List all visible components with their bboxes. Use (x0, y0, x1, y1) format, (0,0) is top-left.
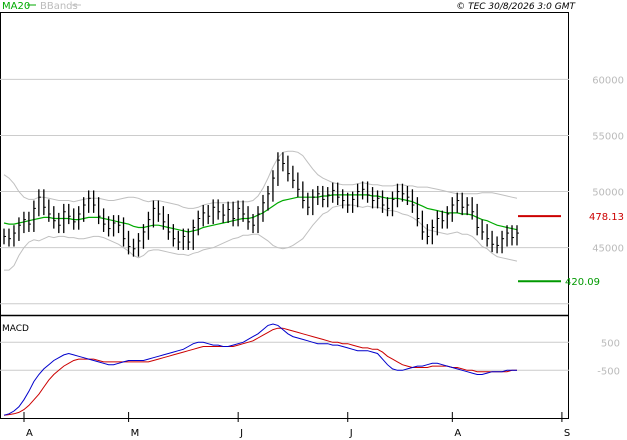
month-label: A (454, 428, 461, 439)
resistance-label: 478.13 (589, 212, 624, 223)
stock-chart: 478.13 420.09 60000 55000 50000 45000 500 -500… (0, 1, 624, 439)
month-label: J (349, 428, 353, 439)
price-bars (3, 152, 519, 257)
legend-bbands: BBands (40, 1, 78, 12)
macd-title: MACD (2, 324, 29, 334)
price-tick-label: 60000 (592, 75, 624, 86)
gridlines (0, 78, 569, 371)
copyright-label: © TEC 30/8/2026 3:0 GMT (456, 2, 576, 12)
bb-lower-line (4, 204, 518, 271)
month-label: J (239, 428, 243, 439)
chart-root: 478.13 420.09 60000 55000 50000 45000 500 -500… (0, 0, 627, 440)
price-tick-label: 50000 (592, 188, 624, 199)
macd-tick-label: -500 (597, 366, 620, 377)
macd-tick-label: 500 (601, 338, 620, 349)
month-label: S (564, 428, 570, 439)
macd-signal-line (3, 327, 517, 416)
plot-border (0, 12, 569, 419)
support-label: 420.09 (565, 277, 600, 288)
axes: 60000 55000 50000 45000 500 -500 A M J J A S (23, 75, 624, 439)
price-tick-label: 55000 (592, 131, 624, 142)
macd-lines (3, 323, 517, 416)
month-label: A (26, 428, 33, 439)
macd-line (3, 323, 517, 416)
chart-frame (0, 12, 569, 419)
bb-upper-line (3, 150, 518, 209)
legend-ma20: MA20 (2, 1, 30, 12)
month-label: M (131, 428, 140, 439)
price-tick-label: 45000 (592, 244, 624, 255)
